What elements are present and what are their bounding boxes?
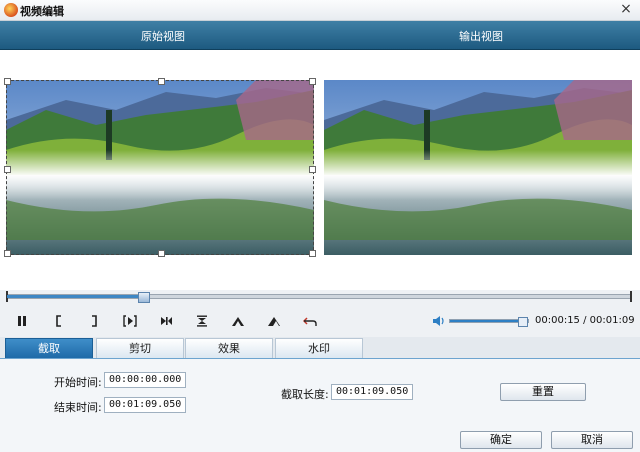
timeline-track[interactable] <box>6 291 632 303</box>
crop-handle[interactable] <box>158 250 165 257</box>
volume-icon[interactable] <box>432 315 446 327</box>
crop-handle[interactable] <box>4 250 11 257</box>
crop-handle[interactable] <box>309 166 316 173</box>
crop-handle[interactable] <box>158 78 165 85</box>
timeline-end-marker[interactable] <box>630 291 632 302</box>
undo-icon[interactable] <box>299 310 321 332</box>
rotate-right-icon[interactable] <box>263 310 285 332</box>
title-bar: 视频编辑 × <box>0 0 640 21</box>
crop-handle[interactable] <box>4 166 11 173</box>
trim-length-field[interactable]: 00:01:09.050 <box>331 384 413 400</box>
crop-selection-frame[interactable] <box>4 78 316 257</box>
volume-fill <box>450 320 522 322</box>
view-header-bar: 原始视图 输出视图 <box>0 21 640 50</box>
rotate-left-icon[interactable] <box>227 310 249 332</box>
skip-to-end-icon[interactable] <box>155 310 177 332</box>
cancel-button[interactable]: 取消 <box>551 431 633 449</box>
output-preview <box>324 80 632 255</box>
window-title: 视频编辑 <box>20 5 64 18</box>
edit-tabs: 截取 剪切 效果 水印 <box>0 337 640 359</box>
frame-step-icon[interactable] <box>119 310 141 332</box>
tab-trim[interactable]: 截取 <box>5 338 93 358</box>
crop-handle[interactable] <box>309 78 316 85</box>
time-separator: / <box>579 315 590 326</box>
preview-area <box>0 50 640 290</box>
end-time-field[interactable]: 00:01:09.050 <box>104 397 186 413</box>
trim-length-label: 截取长度: <box>281 388 329 401</box>
landscape-image <box>324 80 632 255</box>
volume-slider[interactable] <box>449 317 529 327</box>
tab-cut[interactable]: 剪切 <box>96 338 184 358</box>
timeline-progress-fill <box>7 295 144 298</box>
end-time-label: 结束时间: <box>54 401 102 414</box>
playback-controls: 00:00:15 / 00:01:09 <box>0 306 640 336</box>
tab-effects[interactable]: 效果 <box>185 338 273 358</box>
pause-icon[interactable] <box>11 310 33 332</box>
trim-panel: 开始时间: 00:00:00.000 结束时间: 00:01:09.050 截取… <box>0 359 640 452</box>
current-time: 00:00:15 <box>535 315 580 326</box>
timeline-playhead[interactable] <box>138 292 150 303</box>
ok-button[interactable]: 确定 <box>460 431 542 449</box>
output-view-label: 输出视图 <box>459 30 503 43</box>
volume-thumb[interactable] <box>518 317 528 327</box>
original-view-label: 原始视图 <box>141 30 185 43</box>
app-logo-icon <box>4 3 18 17</box>
crop-handle[interactable] <box>4 78 11 85</box>
close-button[interactable]: × <box>618 1 634 17</box>
timeline <box>0 290 640 306</box>
start-time-field[interactable]: 00:00:00.000 <box>104 372 186 388</box>
tab-watermark[interactable]: 水印 <box>275 338 363 358</box>
reset-button[interactable]: 重置 <box>500 383 586 401</box>
set-end-bracket-icon[interactable] <box>83 310 105 332</box>
total-time: 00:01:09 <box>589 315 635 326</box>
time-readout: 00:00:15 / 00:01:09 <box>535 315 635 326</box>
flip-vertical-icon[interactable] <box>191 310 213 332</box>
crop-handle[interactable] <box>309 250 316 257</box>
start-time-label: 开始时间: <box>54 376 102 389</box>
set-start-bracket-icon[interactable] <box>48 310 70 332</box>
